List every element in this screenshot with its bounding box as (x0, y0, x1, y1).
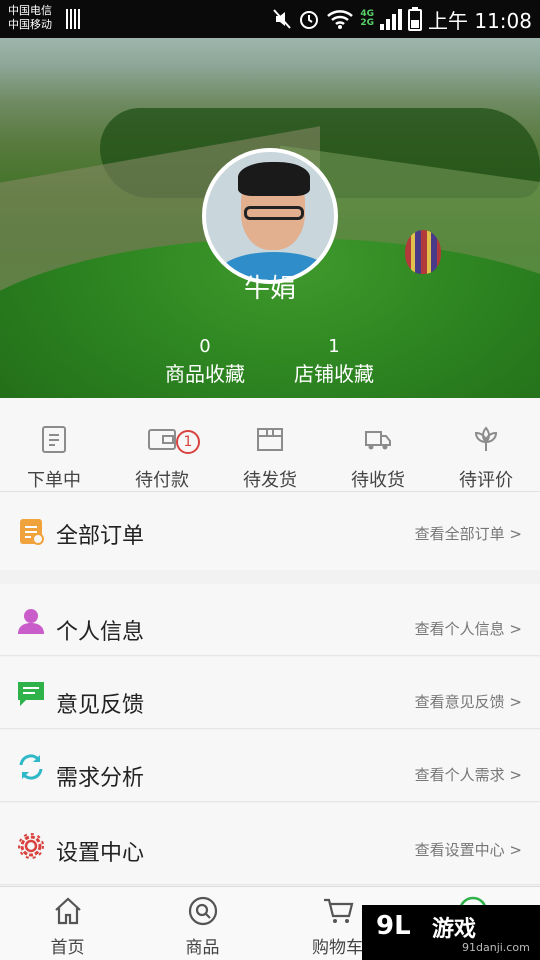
all-orders-title: 全部订单 (56, 524, 145, 549)
menu-item-link[interactable]: 查看个人需求 > (415, 764, 522, 785)
nav-products[interactable]: 商品 (135, 887, 270, 960)
tab-ordering[interactable]: 下单中 (0, 398, 108, 491)
net-2g-label: 2G (360, 18, 374, 28)
profile-header: 牛娟 0 商品收藏 1 店铺收藏 (0, 38, 540, 398)
person-icon (18, 609, 44, 634)
tab-pending-receipt[interactable]: 待收货 (324, 398, 432, 491)
watermark-url: 91danji.com (462, 941, 530, 954)
nav-home[interactable]: 首页 (0, 887, 135, 960)
search-icon (188, 896, 217, 926)
signal-icon (66, 9, 82, 29)
alarm-icon (300, 11, 319, 29)
status-icons: 4G 2G 上午 11:08 (272, 4, 532, 34)
nav-label: 首页 (50, 938, 85, 958)
menu-item-title: 设置中心 (56, 841, 145, 866)
status-bar: 中国电信 中国移动 4G 2G 上午 11:08 (0, 0, 540, 38)
tab-pending-review[interactable]: 待评价 (432, 398, 540, 491)
all-orders-row[interactable]: 全部订单 查看全部订单 > (0, 492, 540, 570)
cart-icon (323, 898, 353, 923)
product-favorites-label: 商品收藏 (165, 362, 245, 386)
product-favorites[interactable]: 0 商品收藏 (145, 336, 265, 390)
watermark-title: 游戏 (432, 917, 477, 942)
gear-icon (18, 833, 44, 859)
menu-item-link[interactable]: 查看意见反馈 > (415, 691, 522, 712)
carrier-1: 中国电信 (8, 4, 52, 17)
wallet-icon (148, 429, 176, 450)
clipboard-icon (42, 426, 66, 453)
carrier-info: 中国电信 中国移动 (8, 4, 52, 32)
view-all-orders-link[interactable]: 查看全部订单 > (415, 523, 522, 544)
user-name: 牛娟 (243, 274, 296, 304)
product-favorites-count: 0 (199, 336, 211, 357)
watermark-logo: 9L (376, 911, 411, 941)
site-watermark: 9L 游戏 91danji.com (362, 905, 540, 960)
tab-label: 待评价 (459, 470, 513, 491)
tab-pending-shipment[interactable]: 待发货 (216, 398, 324, 491)
store-favorites-label: 店铺收藏 (294, 362, 374, 386)
carrier-2: 中国移动 (8, 18, 52, 31)
nav-label: 商品 (185, 938, 220, 958)
battery-icon (408, 7, 422, 31)
menu-item-feedback[interactable]: 意见反馈 查看意见反馈 > (0, 657, 540, 729)
truck-icon (365, 431, 391, 450)
signal-bars-icon (380, 8, 402, 30)
box-icon (257, 428, 283, 451)
tab-label: 待收货 (351, 470, 405, 491)
chat-icon (18, 682, 44, 706)
menu-item-settings[interactable]: 设置中心 查看设置中心 > (0, 803, 540, 885)
home-icon (54, 897, 81, 925)
menu-item-demand-analysis[interactable]: 需求分析 查看个人需求 > (0, 730, 540, 802)
wifi-icon (327, 10, 354, 29)
menu-item-title: 个人信息 (56, 620, 145, 645)
store-favorites-count: 1 (328, 336, 340, 357)
notification-badge: 1 (176, 430, 200, 454)
menu-item-title: 需求分析 (56, 766, 145, 791)
tab-label: 下单中 (27, 470, 81, 491)
order-list-icon (20, 519, 44, 545)
menu-item-link[interactable]: 查看设置中心 > (415, 839, 522, 860)
menu-item-personal-info[interactable]: 个人信息 查看个人信息 > (0, 584, 540, 656)
mute-icon (273, 9, 292, 29)
order-status-tabs: 下单中 待付款 待发货 待收货 待评价 (0, 398, 540, 492)
tab-label: 待付款 (135, 470, 189, 491)
refresh-icon (19, 754, 43, 780)
network-type: 4G 2G (360, 10, 374, 28)
clock: 上午 11:08 (428, 8, 532, 33)
store-favorites[interactable]: 1 店铺收藏 (274, 336, 394, 390)
tab-label: 待发货 (243, 470, 297, 491)
flower-icon (474, 426, 498, 451)
tab-pending-payment[interactable]: 待付款 (108, 398, 216, 491)
avatar[interactable] (202, 148, 338, 284)
menu-item-link[interactable]: 查看个人信息 > (415, 618, 522, 639)
menu-item-title: 意见反馈 (56, 693, 145, 718)
